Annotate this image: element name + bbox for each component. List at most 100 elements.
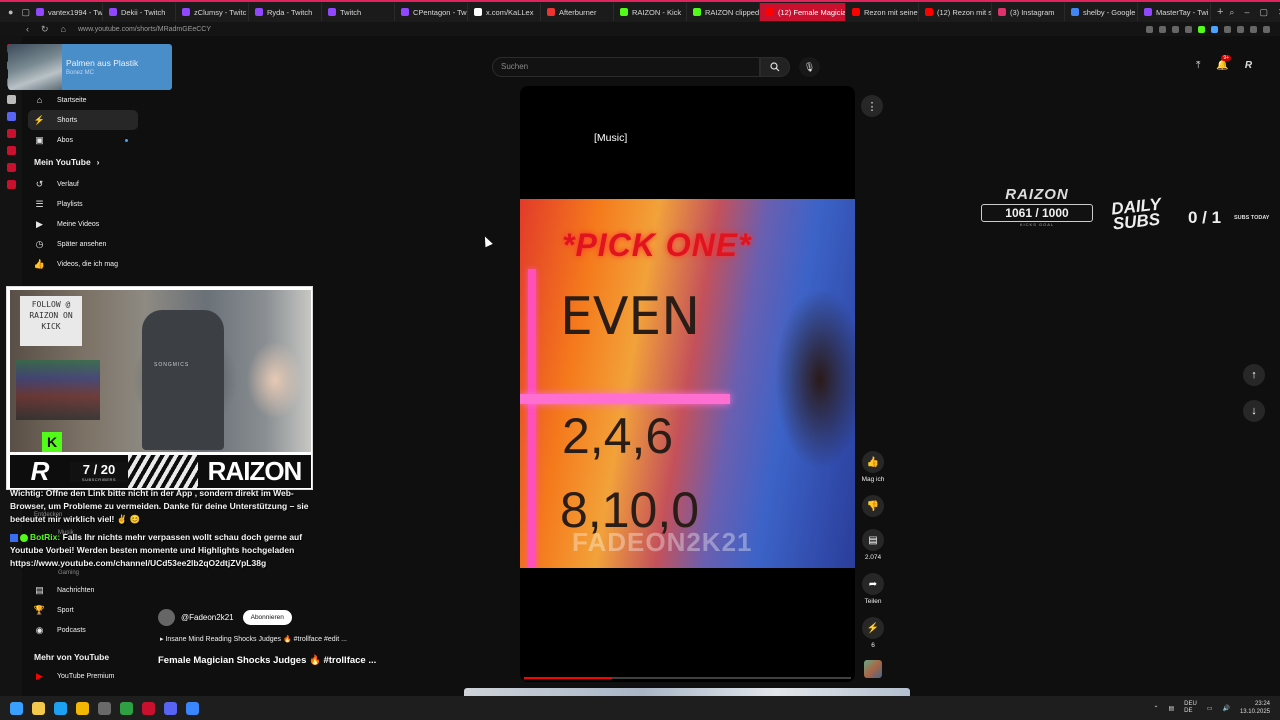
new-tab-button[interactable]: + [1211,6,1229,18]
home-nav-icon[interactable]: ⌂ [61,24,66,35]
video-title[interactable]: Female Magician Shocks Judges 🔥 #trollfa… [158,655,376,666]
browser-tab[interactable]: RAIZON clipped [687,3,760,21]
guide-item[interactable]: ▶ Meine Videos [28,214,138,234]
browser-tab[interactable]: x.com/KaLLex [468,3,541,21]
language-indicator[interactable]: DEU DE [1184,701,1197,715]
next-short-preview[interactable] [464,688,910,696]
extension-icon[interactable] [1172,25,1179,33]
thumbs-up-icon[interactable]: 👍 [862,451,884,473]
guide-item[interactable]: ▤ Nachrichten [28,580,138,600]
taskbar-app-icon[interactable] [32,701,45,715]
maximize-icon[interactable]: ▢ [1259,7,1268,18]
back-icon[interactable]: ‹ [26,24,29,35]
comment-icon[interactable]: ▤ [862,529,884,551]
browser-tab[interactable]: Rezon mit seine [846,3,919,21]
guide-item[interactable]: ↺ Verlauf [28,174,138,194]
extension-icon[interactable] [1159,25,1166,33]
sidebar-app-icon[interactable] [6,180,16,189]
url-field[interactable]: www.youtube.com/shorts/MRadmGEeCCY [78,26,211,33]
extension-icon[interactable] [1198,25,1205,33]
browser-tab[interactable]: shelby - Google [1065,3,1138,21]
share-icon[interactable]: ➦ [862,573,884,595]
sound-thumbnail-image[interactable] [864,660,882,678]
upload-icon[interactable]: ⤒ [1196,60,1200,71]
network-icon[interactable]: ▭ [1207,705,1213,712]
guide-item[interactable]: ◉ Podcasts [28,620,138,640]
taskbar-app-icon[interactable] [98,701,111,715]
guide-item[interactable]: ⌂ Startseite [28,90,138,110]
channel-avatar[interactable] [158,609,175,626]
taskbar-app-icon[interactable] [164,701,177,715]
taskbar-app-icon[interactable] [186,701,199,715]
taskbar-app-icon[interactable] [120,701,133,715]
subscribe-button[interactable]: Abonnieren [242,610,292,625]
search-button[interactable] [760,57,790,77]
more-options-button[interactable]: ⋮ [861,95,883,117]
guide-item[interactable]: ▣ Abos [28,130,138,150]
notifications-button[interactable]: 🔔 9+ [1216,55,1232,71]
opera-icon[interactable] [142,701,155,715]
guide-item[interactable]: ☰ Playlists [28,194,138,214]
remix-icon[interactable]: ⚡ [862,617,884,639]
video-progress-bar[interactable] [524,677,851,679]
extension-icon[interactable] [1211,25,1218,33]
tray-app-icon[interactable]: ▤ [1168,705,1174,712]
browser-tab[interactable]: Twitch [322,3,395,21]
account-avatar[interactable]: R [1245,60,1252,71]
next-short-button[interactable]: ↓ [1243,400,1265,422]
comments-action[interactable]: ▤ 2.074 [860,529,886,561]
extension-icon[interactable] [1263,25,1270,33]
volume-icon[interactable]: 🔊 [1222,705,1229,712]
playlist-line[interactable]: ▸ Insane Mind Reading Shocks Judges 🔥 #t… [160,635,347,643]
share-action[interactable]: ➦ Teilen [860,573,886,605]
windows-start-icon[interactable] [10,701,23,715]
browser-tab[interactable]: Ryda - Twitch [249,3,322,21]
browser-tab[interactable]: Dekii - Twitch [103,3,176,21]
tab-list-icon[interactable]: ▢ [21,7,30,18]
remix-action[interactable]: ⚡ 6 [860,617,886,649]
browser-tab[interactable]: (3) Instagram [992,3,1065,21]
thumbs-down-icon[interactable]: 👎 [862,495,884,517]
previous-short-button[interactable]: ↑ [1243,364,1265,386]
sound-thumbnail[interactable] [860,660,886,678]
browser-tab[interactable]: MasterTay - Twi [1138,3,1211,21]
clock[interactable]: 23:24 13.10.2025 [1240,700,1270,716]
reload-icon[interactable]: ↻ [41,24,49,35]
browser-tab[interactable]: CPentagon - Tw [395,3,468,21]
sidebar-app-icon[interactable] [6,146,16,155]
guide-item[interactable]: ⚡ Shorts [28,110,138,130]
browser-tab[interactable]: zClumsy - Twitc [176,3,249,21]
browser-tab[interactable]: vantex1994 - Tw [30,3,103,21]
browser-menu-icon[interactable]: ● [8,7,13,18]
extension-icon[interactable] [1185,25,1192,33]
taskbar-app-icon[interactable] [54,701,67,715]
extension-icon[interactable] [1146,25,1153,33]
extension-icon[interactable] [1237,25,1244,33]
voice-search-button[interactable]: 🎙 [799,57,820,77]
like-action[interactable]: 👍 Mag ich [860,451,886,483]
browser-tab[interactable]: (12) Female Magician [759,3,846,21]
sidebar-app-icon[interactable] [6,112,16,121]
channel-name[interactable]: @Fadeon2k21 [181,613,234,622]
browser-tab[interactable]: Afterburner [541,3,614,21]
sidebar-app-icon[interactable] [6,129,16,138]
extension-icon[interactable] [1224,25,1231,33]
dislike-action[interactable]: 👎 [860,495,886,517]
search-input[interactable]: Suchen [492,57,760,77]
file-explorer-icon[interactable] [76,701,89,715]
minimize-icon[interactable]: – [1244,7,1249,18]
tray-chevron-icon[interactable]: ⌃ [1153,705,1158,712]
video-frame[interactable]: *PICK ONE* EVEN 2,4,6 8,10,0 FADEON2K21 [520,199,855,568]
shorts-player[interactable]: [Music] *PICK ONE* EVEN 2,4,6 8,10,0 FAD… [520,86,855,682]
guide-item[interactable]: 👍 Videos, die ich mag [28,254,138,274]
chat-link[interactable]: https://www.youtube.com/channel/UCd53ee2… [10,557,310,570]
guide-item[interactable]: ◷ Später ansehen [28,234,138,254]
sidebar-app-icon[interactable] [6,163,16,172]
guide-item[interactable]: ▶ YouTube Premium [28,666,138,686]
extension-icon[interactable] [1250,25,1257,33]
browser-tab[interactable]: RAIZON - Kick [614,3,687,21]
sidebar-app-icon[interactable] [6,95,16,104]
search-tabs-icon[interactable]: ⌕ [1229,7,1234,18]
browser-tab[interactable]: (12) Rezon mit s [919,3,992,21]
guide-item[interactable]: 🏆 Sport [28,600,138,620]
